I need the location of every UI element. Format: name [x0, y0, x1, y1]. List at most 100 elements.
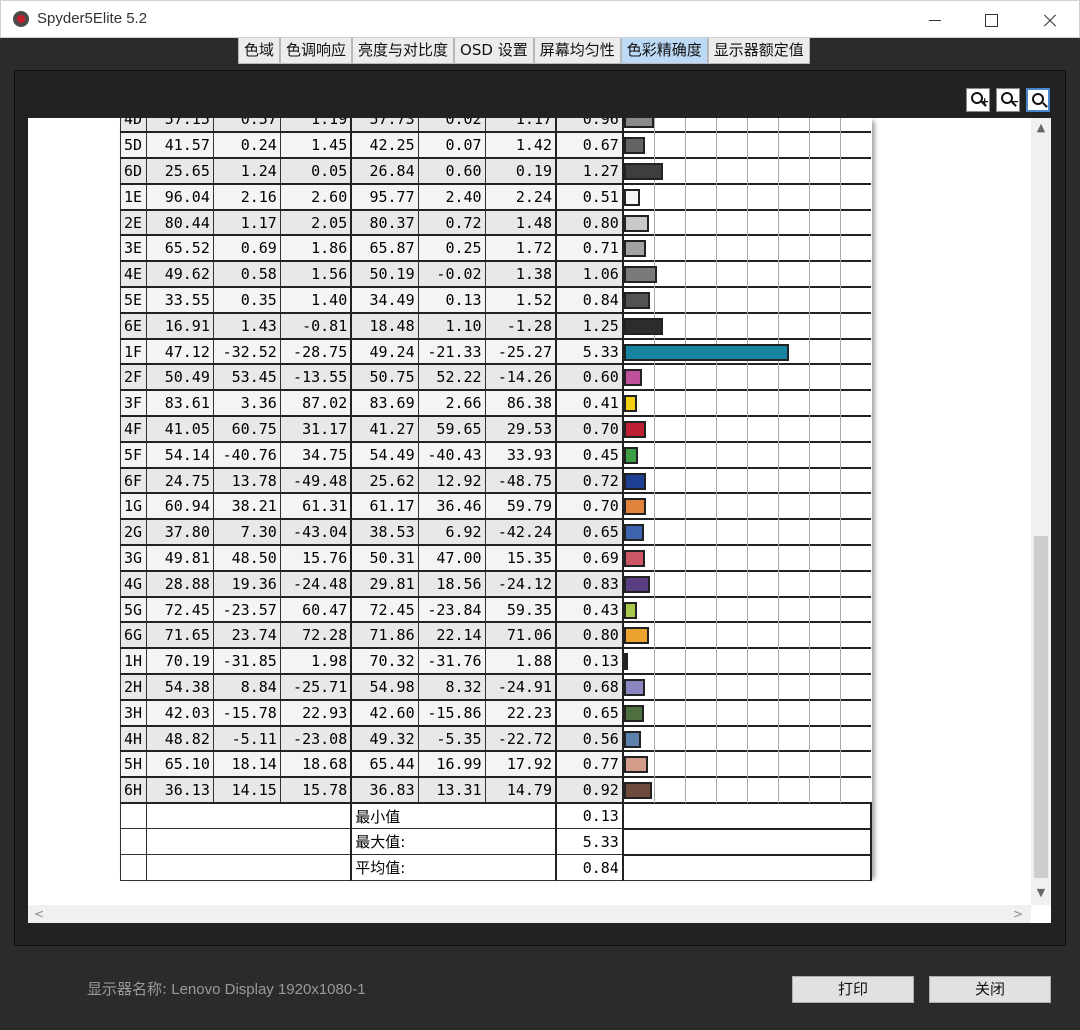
lab-value: 59.35	[484, 596, 557, 624]
delta-e-bar	[623, 421, 646, 439]
table-row: 3F 83.61 3.36 87.02 83.69 2.66 86.38 0.41	[120, 389, 871, 418]
lab-value: 8.84	[212, 673, 281, 701]
table-row: 1F 47.12 -32.52 -28.75 49.24 -21.33 -25.27 5.33	[120, 338, 871, 366]
lab-value: -32.52	[212, 338, 281, 366]
lab-value: 41.57	[145, 131, 214, 160]
lab-value: 22.14	[417, 621, 486, 650]
report-viewport[interactable]: 4D 57.15 0.57 1.19 57.73 0.02 1.17 0.96 5D 41.57 0…	[28, 118, 1031, 905]
delta-e-bar	[623, 627, 649, 645]
delta-e-bar	[623, 118, 654, 128]
lab-value: 47.12	[145, 338, 214, 366]
close-window-button[interactable]	[1021, 1, 1079, 39]
lab-value: 41.27	[350, 415, 419, 443]
zoom-out-button[interactable]: −	[996, 88, 1020, 112]
patch-name: 5F	[120, 441, 147, 469]
lab-value: 80.37	[350, 209, 419, 237]
lab-value: 1.86	[279, 234, 353, 263]
lab-value: 1.10	[417, 312, 486, 340]
lab-value: -24.12	[484, 570, 557, 598]
lab-value: 1.24	[212, 157, 281, 185]
patch-name: 4G	[120, 570, 147, 598]
lab-value: 13.78	[212, 467, 281, 495]
lab-value: -48.75	[484, 467, 557, 495]
lab-value: 12.92	[417, 467, 486, 495]
lab-value: 60.47	[279, 596, 353, 624]
lab-value: 37.80	[145, 518, 214, 547]
delta-e-bar	[623, 524, 644, 542]
delta-e-bar-cell	[622, 622, 871, 650]
lab-value: -40.43	[417, 441, 486, 469]
tab-screen-uniformity[interactable]: 屏幕均匀性	[533, 38, 621, 64]
delta-e-bar	[623, 704, 644, 722]
lab-value: 0.57	[212, 118, 281, 134]
delta-e-bar-cell	[622, 648, 871, 676]
lab-value: 50.49	[145, 363, 214, 392]
patch-name: 3F	[120, 389, 147, 418]
delta-e-bar-cell	[622, 467, 871, 495]
lab-value: 18.56	[417, 570, 486, 598]
scroll-left-icon[interactable]: <	[34, 905, 44, 923]
horizontal-scrollbar[interactable]: < >	[28, 905, 1031, 923]
lab-value: 48.82	[145, 725, 214, 753]
delta-e-value: 0.77	[555, 750, 624, 779]
lab-value: 86.38	[484, 389, 557, 418]
lab-value: 54.14	[145, 441, 214, 469]
table-row: 6H 36.13 14.15 15.78 36.83 13.31 14.79 0.92	[120, 776, 871, 805]
tab-osd-settings[interactable]: OSD 设置	[454, 38, 534, 64]
lab-value: 0.25	[417, 234, 486, 263]
delta-e-value: 0.60	[555, 363, 624, 392]
lab-value: 50.31	[350, 544, 419, 572]
minimize-button[interactable]	[907, 1, 965, 39]
tab-gamut[interactable]: 色域	[238, 38, 281, 64]
display-name-value: Lenovo Display 1920x1080-1	[171, 981, 366, 998]
table-row: 4H 48.82 -5.11 -23.08 49.32 -5.35 -22.72 0.56	[120, 725, 871, 753]
lab-value: 49.24	[350, 338, 419, 366]
table-row: 6D 25.65 1.24 0.05 26.84 0.60 0.19 1.27	[120, 157, 871, 185]
lab-value: -0.81	[279, 312, 353, 340]
scroll-down-icon[interactable]: ▼	[1031, 883, 1051, 903]
table-row: 3E 65.52 0.69 1.86 65.87 0.25 1.72 0.71	[120, 234, 871, 263]
lab-value: 65.87	[350, 234, 419, 263]
scroll-right-icon[interactable]: >	[1013, 905, 1023, 923]
tab-display-rating[interactable]: 显示器额定值	[707, 38, 810, 64]
lab-value: 36.83	[350, 776, 419, 805]
summary-avg-row: 平均值: 0.84	[120, 853, 873, 881]
delta-e-bar-cell	[622, 158, 871, 185]
patch-name: 1H	[120, 647, 147, 676]
delta-e-bar-cell	[622, 699, 871, 727]
lab-value: 33.55	[145, 286, 214, 314]
tab-brightness-contrast[interactable]: 亮度与对比度	[352, 38, 455, 64]
patch-name: 6G	[120, 621, 147, 650]
lab-value: 14.79	[484, 776, 557, 805]
patch-name: 5E	[120, 286, 147, 314]
delta-e-value: 0.68	[555, 673, 624, 701]
table-row: 5H 65.10 18.14 18.68 65.44 16.99 17.92 0.77	[120, 750, 871, 779]
vertical-scroll-thumb[interactable]	[1034, 536, 1048, 878]
scroll-up-icon[interactable]: ▲	[1031, 118, 1051, 138]
zoom-in-button[interactable]: +	[966, 88, 990, 112]
lab-value: 15.78	[279, 776, 353, 805]
print-button[interactable]: 打印	[792, 976, 914, 1003]
tab-color-accuracy[interactable]: 色彩精确度	[620, 38, 708, 64]
summary-avg-value: 0.84	[555, 854, 624, 881]
delta-e-value: 0.45	[555, 441, 624, 469]
lab-value: 61.31	[279, 492, 353, 521]
lab-value: 13.31	[417, 776, 486, 805]
lab-value: 57.15	[145, 118, 214, 134]
delta-e-bar	[623, 472, 647, 490]
maximize-button[interactable]	[963, 1, 1021, 39]
zoom-fit-button[interactable]	[1026, 88, 1050, 112]
table-row: 4G 28.88 19.36 -24.48 29.81 18.56 -24.12 0.83	[120, 570, 871, 598]
lab-value: 16.99	[417, 750, 486, 779]
tab-tone-response[interactable]: 色调响应	[280, 38, 353, 64]
delta-e-bar-cell	[622, 390, 871, 418]
lab-value: 95.77	[350, 183, 419, 211]
lab-value: -31.76	[417, 647, 486, 676]
lab-value: 1.17	[212, 209, 281, 237]
table-row: 2H 54.38 8.84 -25.71 54.98 8.32 -24.91 0.68	[120, 673, 871, 701]
color-accuracy-table: 4D 57.15 0.57 1.19 57.73 0.02 1.17 0.96 5D 41.57 0…	[120, 118, 873, 881]
lab-value: 1.40	[279, 286, 353, 314]
lab-value: -24.91	[484, 673, 557, 701]
vertical-scrollbar[interactable]: ▲ ▼	[1031, 118, 1051, 905]
close-button[interactable]: 关闭	[929, 976, 1051, 1003]
